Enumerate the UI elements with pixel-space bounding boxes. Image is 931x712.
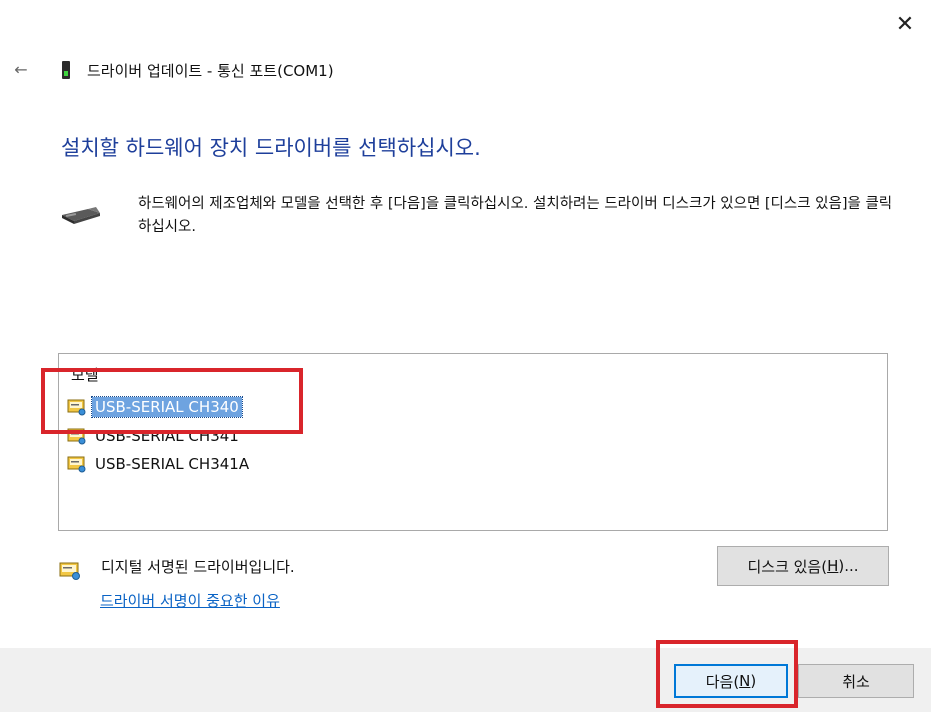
back-arrow-icon: ← — [14, 59, 28, 79]
driver-package-icon — [67, 456, 86, 473]
next-mnemonic: N — [739, 672, 751, 690]
list-item-label: USB-SERIAL CH341 — [95, 427, 239, 445]
driver-update-window: ✕ ← 드라이버 업데이트 - 통신 포트(COM1) 설치할 하드웨어 장치 … — [0, 0, 931, 712]
signed-driver-icon — [59, 562, 80, 580]
model-list-header: 모델 — [71, 366, 99, 384]
have-disk-suffix: )... — [838, 557, 859, 575]
back-button[interactable]: ← — [8, 56, 34, 82]
have-disk-label: 디스크 있음( — [747, 557, 828, 576]
list-item-label: USB-SERIAL CH341A — [95, 455, 250, 473]
window-title: 드라이버 업데이트 - 통신 포트(COM1) — [87, 62, 334, 80]
list-item[interactable]: USB-SERIAL CH340 — [67, 395, 243, 419]
dialog-footer — [0, 648, 931, 712]
driver-signing-info-link[interactable]: 드라이버 서명이 중요한 이유 — [100, 590, 280, 611]
list-item[interactable]: USB-SERIAL CH341A — [67, 452, 252, 476]
close-icon: ✕ — [895, 11, 915, 37]
close-button[interactable]: ✕ — [884, 4, 926, 44]
have-disk-mnemonic: H — [827, 557, 839, 575]
com-port-icon — [62, 61, 70, 79]
have-disk-button[interactable]: 디스크 있음(H)... — [717, 546, 889, 586]
list-item[interactable]: USB-SERIAL CH341 — [67, 424, 242, 448]
cancel-button[interactable]: 취소 — [798, 664, 914, 698]
next-button[interactable]: 다음(N) — [674, 664, 788, 698]
next-label: 다음( — [705, 672, 740, 691]
model-listbox[interactable]: 모델 USB-SERIAL CH340 USB-SERIAL CH341 USB… — [58, 353, 888, 531]
cancel-label: 취소 — [842, 672, 870, 691]
signature-status-text: 디지털 서명된 드라이버입니다. — [101, 558, 295, 576]
page-heading: 설치할 하드웨어 장치 드라이버를 선택하십시오. — [61, 136, 481, 160]
list-item-label: USB-SERIAL CH340 — [91, 396, 243, 418]
next-suffix: ) — [750, 672, 757, 690]
instruction-text: 하드웨어의 제조업체와 모델을 선택한 후 [다음]을 클릭하십시오. 설치하려… — [138, 196, 893, 235]
driver-package-icon — [67, 399, 86, 416]
hardware-device-icon — [62, 207, 100, 224]
driver-package-icon — [67, 428, 86, 445]
